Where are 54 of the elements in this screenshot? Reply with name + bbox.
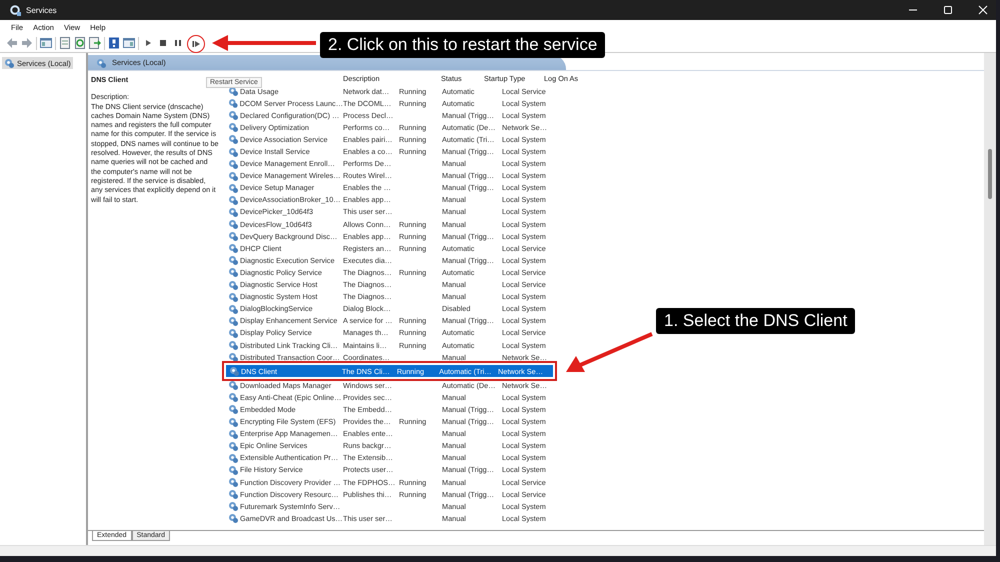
gear-icon bbox=[228, 292, 238, 302]
gear-icon bbox=[228, 243, 238, 254]
gear-icon bbox=[228, 158, 238, 169]
gear-icon bbox=[228, 110, 238, 120]
gear-icon bbox=[228, 280, 238, 290]
scrollbar[interactable] bbox=[984, 53, 996, 545]
close-icon[interactable] bbox=[978, 5, 988, 15]
refresh-icon[interactable] bbox=[74, 37, 86, 49]
gear-icon bbox=[228, 513, 238, 524]
gear-icon bbox=[228, 428, 238, 439]
gear-icon bbox=[228, 170, 238, 181]
gear-icon bbox=[228, 392, 238, 402]
gear-icon bbox=[228, 477, 238, 488]
gear-icon bbox=[228, 146, 238, 157]
gear-icon bbox=[4, 58, 14, 68]
gear-icon bbox=[228, 98, 238, 108]
gear-icon bbox=[228, 206, 238, 217]
window-title: Services bbox=[26, 6, 57, 14]
panel-icon[interactable] bbox=[123, 37, 135, 49]
sheet-icon[interactable] bbox=[59, 37, 71, 49]
gear-icon bbox=[228, 380, 238, 390]
gear-icon bbox=[228, 464, 238, 475]
services-icon bbox=[10, 4, 21, 16]
forward-arrow-icon[interactable] bbox=[21, 37, 33, 49]
gear-icon bbox=[228, 267, 238, 278]
gear-icon bbox=[228, 404, 238, 414]
gear-icon bbox=[228, 122, 238, 132]
gear-icon bbox=[228, 219, 238, 230]
gear-icon bbox=[228, 501, 238, 512]
gear-icon bbox=[228, 416, 238, 427]
gear-icon bbox=[228, 328, 238, 338]
export-icon[interactable] bbox=[89, 37, 101, 49]
gear-icon bbox=[228, 231, 238, 242]
gear-icon bbox=[96, 58, 106, 68]
maximize-icon[interactable] bbox=[943, 5, 953, 15]
callout: 1. Select the DNS Client bbox=[656, 308, 856, 334]
console-tree-icon[interactable] bbox=[40, 37, 52, 49]
gear-icon bbox=[228, 255, 238, 266]
pause-icon[interactable] bbox=[172, 37, 184, 49]
gear-icon bbox=[228, 134, 238, 144]
gear-icon bbox=[228, 452, 238, 463]
gear-icon bbox=[228, 182, 238, 193]
gear-icon bbox=[228, 352, 238, 362]
callout: 2. Click on this to restart the service bbox=[320, 32, 606, 58]
gear-icon bbox=[228, 304, 238, 314]
help-icon[interactable] bbox=[108, 37, 120, 49]
gear-icon bbox=[228, 316, 238, 326]
gear-icon bbox=[228, 489, 238, 500]
back-arrow-icon[interactable] bbox=[6, 37, 18, 49]
gear-icon bbox=[228, 194, 238, 205]
gear-icon bbox=[228, 340, 238, 350]
gear-icon bbox=[228, 440, 238, 451]
gear-icon bbox=[229, 366, 239, 376]
stop-icon[interactable] bbox=[157, 37, 169, 49]
